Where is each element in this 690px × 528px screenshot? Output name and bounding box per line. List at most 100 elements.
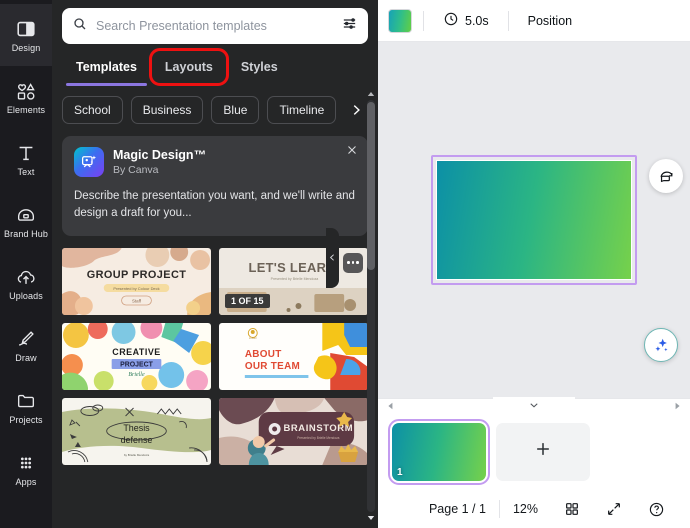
svg-text:OUR TEAM: OUR TEAM [245,360,300,371]
scrollbar-track[interactable] [367,100,375,512]
promo-titles: Magic Design™ By Canva [113,148,206,175]
chip-label: School [74,103,111,117]
magic-sparkles-icon[interactable] [644,328,678,362]
svg-text:Presented by Colour Deck: Presented by Colour Deck [113,285,159,290]
slide-gradient-background[interactable] [436,160,632,280]
plus-icon [533,439,553,465]
sidebar-item-label: Projects [9,414,43,425]
svg-text:by Brielle Mendoza: by Brielle Mendoza [124,452,150,456]
search-bar[interactable] [62,8,368,44]
apps-icon [15,452,37,474]
position-button[interactable]: Position [520,7,580,35]
sidebar-item-uploads[interactable]: Uploads [0,252,52,314]
page-thumbnail[interactable]: 1 [388,419,490,485]
add-comment-icon[interactable] [649,159,683,193]
svg-text:LOGO: LOGO [249,335,256,339]
duration-label: 5.0s [465,13,489,28]
selection-frame[interactable] [431,155,637,285]
filter-sliders-icon[interactable] [341,15,358,37]
magic-design-icon [74,147,104,177]
canva-editor-window: Design Elements Text Brand Hub Uploads D… [0,0,690,528]
close-icon[interactable] [344,142,360,158]
chip-school[interactable]: School [62,96,123,124]
toolbar-divider [423,10,424,31]
chip-label: Timeline [279,103,325,117]
search-container [52,0,378,44]
chevron-down-icon [528,399,540,414]
chevron-left-icon [328,253,337,264]
template-card[interactable]: LET'S LEARN! Presented by Brielle Mendoz… [219,247,368,315]
sidebar-item-projects[interactable]: Projects [0,376,52,438]
sidebar-item-label: Design [11,42,41,53]
promo-header: Magic Design™ By Canva [74,147,356,177]
template-menu-button[interactable] [343,252,363,273]
template-card[interactable]: Thesis defense by Brielle Mendoza [62,397,211,465]
text-icon [15,142,37,164]
filter-chips: School Business Blue Timeline [52,84,378,124]
sidebar-item-design[interactable]: Design [0,4,52,66]
design-icon [15,18,37,40]
template-card[interactable]: CREATIVE PROJECT Brielle [62,322,211,390]
tab-styles[interactable]: Styles [227,50,292,84]
template-card[interactable]: GROUP PROJECT Presented by Colour Deck S… [62,247,211,315]
svg-text:PROJECT: PROJECT [120,361,154,368]
pages-strip-header [378,397,690,415]
tab-templates[interactable]: Templates [62,50,151,86]
panel-collapse-handle[interactable] [326,228,339,288]
template-card[interactable]: BRAINSTORM Presented by Brielle Mendoza [219,397,368,465]
chip-blue[interactable]: Blue [211,96,260,124]
elements-icon [15,80,37,102]
slide-wrapper [431,155,683,285]
svg-text:CREATIVE: CREATIVE [112,346,161,356]
sidebar-item-brand-hub[interactable]: Brand Hub [0,190,52,252]
object-toolbar: 5.0s Position [378,0,690,42]
collapse-pages-button[interactable] [493,397,575,415]
help-icon[interactable] [635,496,678,522]
svg-text:GROUP PROJECT: GROUP PROJECT [87,268,187,280]
projects-icon [15,390,37,412]
promo-title: Magic Design™ [113,148,207,163]
sidebar-item-elements[interactable]: Elements [0,66,52,128]
magic-design-promo-card[interactable]: Magic Design™ By Canva Describe the pres… [62,136,368,236]
page-indicator-label: Page 1 / 1 [428,502,486,516]
template-card[interactable]: LOGO ABOUT OUR TEAM [219,322,368,390]
draw-icon [15,328,37,350]
uploads-icon [15,266,37,288]
svg-text:defense: defense [121,434,153,444]
tab-label: Styles [240,60,278,74]
page-indicator[interactable]: Page 1 / 1 [416,496,499,522]
scrollbar-thumb[interactable] [367,102,375,270]
chevron-right-icon[interactable] [346,96,366,124]
canvas-area[interactable] [378,42,690,398]
search-input[interactable] [96,19,333,33]
svg-text:Thesis: Thesis [123,422,150,432]
tab-label: Layouts [164,60,213,74]
svg-text:Presented by Brielle Mendoza: Presented by Brielle Mendoza [271,276,319,280]
chip-business[interactable]: Business [130,96,204,124]
sidebar-item-label: Elements [6,104,46,115]
grid-view-icon[interactable] [551,496,593,522]
add-page-button[interactable] [496,423,590,481]
position-label: Position [527,13,573,28]
svg-text:Brielle: Brielle [128,371,145,377]
svg-text:Presented by Brielle Mendoza: Presented by Brielle Mendoza [297,435,339,439]
caret-right-icon[interactable] [674,402,682,412]
sidebar-item-label: Apps [15,476,37,487]
sidebar-item-text[interactable]: Text [0,128,52,190]
sidebar-item-apps[interactable]: Apps [0,438,52,500]
promo-description: Describe the presentation you want, and … [74,190,355,220]
sidebar-item-draw[interactable]: Draw [0,314,52,376]
panel-scrollbar[interactable] [365,88,377,524]
caret-down-icon[interactable] [365,512,377,524]
expand-icon[interactable] [593,496,635,522]
pages-strip: 1 [378,414,690,490]
zoom-control[interactable]: 12% [500,496,551,522]
animation-duration-button[interactable]: 5.0s [435,7,497,35]
caret-up-icon[interactable] [365,88,377,100]
svg-text:Staff: Staff [132,298,142,303]
color-swatch-button[interactable] [388,8,412,33]
page-number-badge: 1 [397,467,403,478]
caret-left-icon[interactable] [386,402,394,412]
tab-layouts[interactable]: Layouts [148,48,229,86]
chip-timeline[interactable]: Timeline [267,96,337,124]
